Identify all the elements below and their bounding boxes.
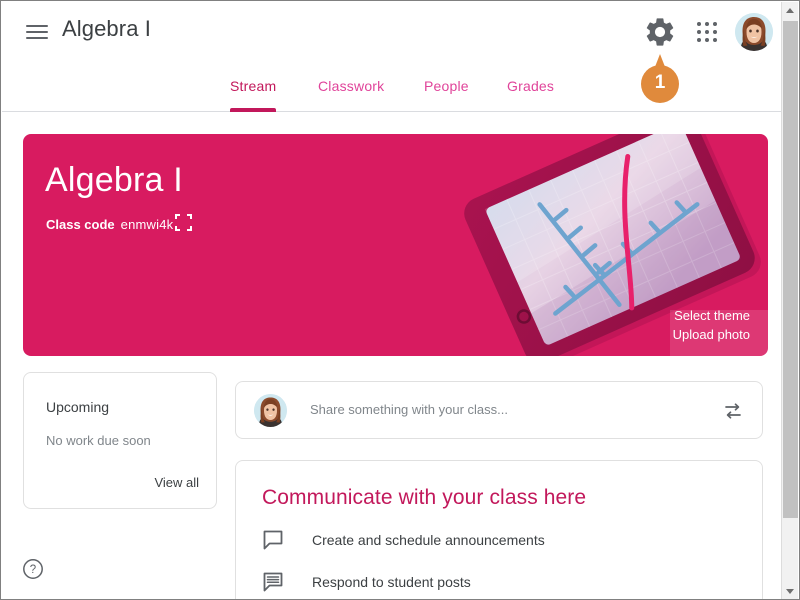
comment-lines-icon (262, 571, 284, 593)
class-code-label: Class code (46, 217, 115, 232)
vertical-scrollbar[interactable] (781, 2, 798, 599)
scroll-down-arrow-icon[interactable] (782, 583, 798, 599)
svg-text:?: ? (30, 564, 36, 576)
tab-bar: Stream Classwork People Grades (2, 64, 784, 112)
select-theme-link[interactable]: Select theme (673, 306, 750, 325)
upload-photo-link[interactable]: Upload photo (673, 325, 750, 344)
class-code: Class code enmwi4k (46, 217, 173, 232)
page-title: Algebra I (62, 16, 151, 41)
fullscreen-expand-icon[interactable] (175, 214, 192, 231)
app-window: Algebra I 1 Stream Classwork People Grad… (0, 0, 800, 600)
banner-class-title: Algebra I (45, 161, 183, 199)
tab-people[interactable]: People (424, 64, 469, 112)
tab-stream[interactable]: Stream (230, 64, 277, 112)
avatar[interactable] (735, 13, 773, 51)
scroll-up-arrow-icon[interactable] (782, 2, 798, 19)
communicate-item-label: Create and schedule announcements (312, 532, 545, 548)
class-banner: Algebra I Class code enmwi4k Select theme… (23, 134, 768, 356)
communicate-item-label: Respond to student posts (312, 574, 471, 590)
help-circle-icon[interactable]: ? (22, 558, 44, 580)
upcoming-card: Upcoming No work due soon View all (23, 372, 217, 509)
tab-classwork[interactable]: Classwork (318, 64, 384, 112)
share-input[interactable]: Share something with your class... (310, 402, 508, 417)
scrollbar-thumb[interactable] (783, 21, 798, 518)
banner-actions: Select theme Upload photo (673, 306, 750, 344)
upcoming-title: Upcoming (46, 399, 110, 415)
app-header: Algebra I 1 Stream Classwork People Grad… (2, 2, 784, 112)
apps-grid-icon[interactable] (692, 17, 722, 47)
communicate-card: Communicate with your class here Create … (235, 460, 763, 599)
hamburger-menu-icon[interactable] (24, 19, 50, 45)
communicate-title: Communicate with your class here (262, 486, 587, 509)
upcoming-empty-text: No work due soon (46, 433, 151, 448)
reuse-post-icon[interactable] (722, 400, 744, 422)
share-post-card[interactable]: Share something with your class... (235, 381, 763, 439)
tab-grades[interactable]: Grades (507, 64, 554, 112)
gear-icon[interactable] (643, 15, 677, 49)
class-code-value: enmwi4k (120, 217, 174, 232)
speech-bubble-icon (262, 529, 284, 551)
avatar (254, 394, 287, 427)
header-top-row: Algebra I 1 (2, 2, 784, 103)
view-all-link[interactable]: View all (154, 475, 199, 490)
